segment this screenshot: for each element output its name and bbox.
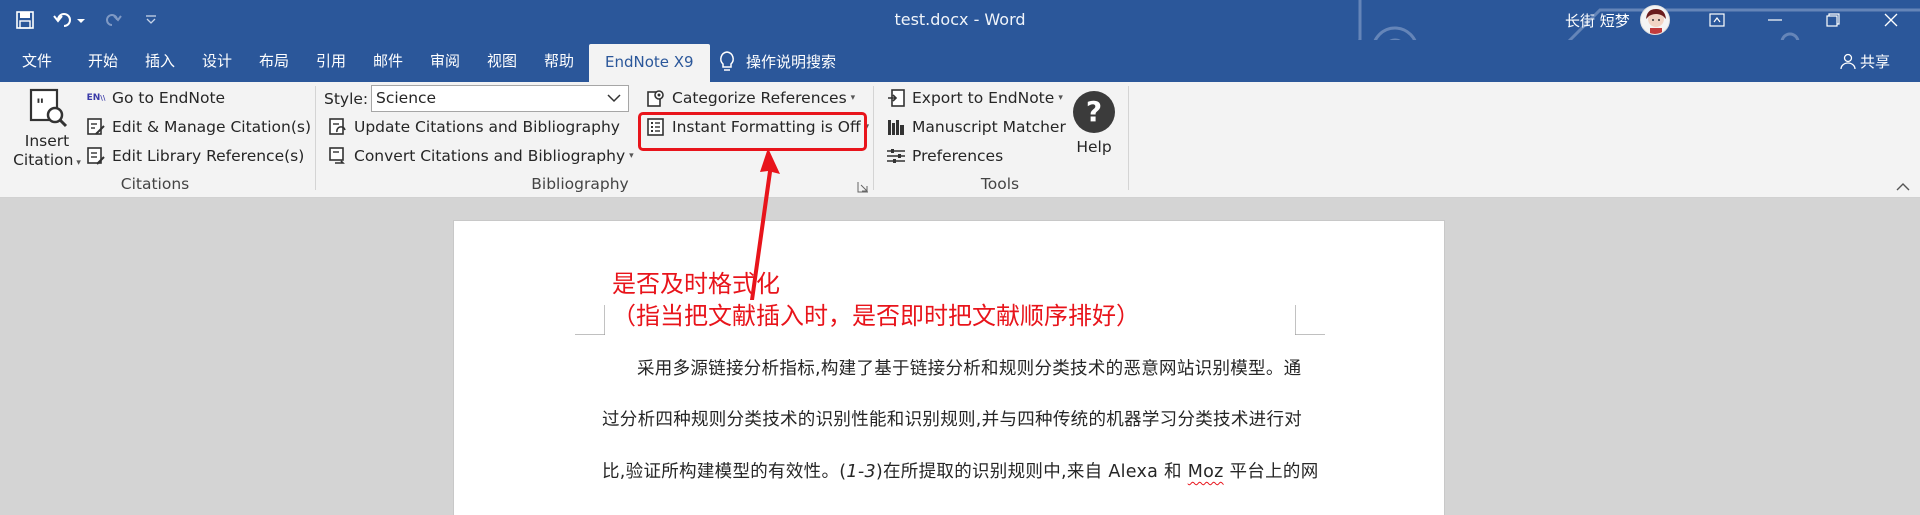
export-icon [886,88,906,108]
convert-bibliography-icon [328,146,348,166]
tab-view[interactable]: 视图 [487,40,517,82]
chevron-down-icon: ▾ [850,93,856,103]
ribbon-display-options-icon[interactable] [1688,0,1746,40]
svg-text:": " [36,95,44,114]
categorize-icon [646,88,666,108]
spelling-flagged-word[interactable]: Moz [1188,462,1224,482]
go-to-endnote-button[interactable]: EN \\ Go to EndNote [86,85,225,111]
document-paragraph-line: 比,验证所构建模型的有效性。(1-3)在所提取的识别规则中,来自 Alexa 和… [602,458,1318,483]
document-text: 比,验证所构建模型的有效性。( [602,462,847,482]
help-label: Help [1076,138,1112,156]
tab-review[interactable]: 审阅 [430,40,460,82]
citations-group-label: Citations [120,175,190,193]
preferences-label: Preferences [912,147,1004,165]
window-controls [1688,0,1920,40]
manuscript-matcher-label: Manuscript Matcher [912,118,1066,136]
help-button[interactable]: ? Help [1068,88,1120,168]
dialog-launcher-icon[interactable] [857,181,869,193]
tab-endnote[interactable]: EndNote X9 [589,44,710,82]
chevron-down-icon: ▾ [629,151,634,161]
update-citations-label: Update Citations and Bibliography [354,118,620,136]
style-dropdown[interactable]: Science [371,85,629,112]
margin-corner-mark [1295,305,1325,335]
chevron-down-icon: ▾ [1058,93,1063,103]
export-to-endnote-button[interactable]: Export to EndNote ▾ [886,85,1063,111]
collapse-ribbon-icon[interactable] [1896,182,1910,192]
tab-home[interactable]: 开始 [88,40,118,82]
citation-reference[interactable]: 1-3 [846,462,875,482]
person-icon [1840,53,1856,69]
ribbon: " Insert Citation ▾ EN \\ Go to EndNote E… [0,82,1920,198]
sliders-icon [886,146,906,166]
lightbulb-icon [720,51,734,71]
edit-library-reference-button[interactable]: Edit Library Reference(s) [86,143,304,169]
document-paragraph-line: 采用多源链接分析指标,构建了基于链接分析和规则分类技术的恶意网站识别模型。通 [637,359,1302,379]
title-bar: test.docx - Word 长街 短梦 [0,0,1920,82]
bibliography-group-label: Bibliography [531,175,629,193]
insert-citation-label-1: Insert [24,132,70,150]
save-icon[interactable] [14,9,36,31]
annotation-line-2: （指当把文献插入时，是否即时把文献顺序排好） [612,302,1140,330]
group-separator [315,86,316,190]
margin-corner-mark [575,305,605,335]
tab-layout[interactable]: 布局 [259,40,289,82]
update-citations-button[interactable]: Update Citations and Bibliography [328,114,620,140]
share-button[interactable]: 共享 [1840,40,1890,82]
tab-insert[interactable]: 插入 [145,40,175,82]
help-question-icon: ? [1073,91,1115,133]
go-to-endnote-label: Go to EndNote [112,89,226,107]
convert-citations-button[interactable]: Convert Citations and Bibliography ▾ [328,143,634,169]
chevron-down-icon: ▾ [76,158,81,168]
edit-library-reference-label: Edit Library Reference(s) [112,147,305,165]
annotation-line-1: 是否及时格式化 [612,270,780,298]
update-bibliography-icon [328,117,348,137]
tab-design[interactable]: 设计 [202,40,232,82]
avatar[interactable] [1639,5,1670,35]
convert-citations-label: Convert Citations and Bibliography [354,147,626,165]
undo-icon[interactable] [52,9,86,31]
document-paragraph-line: 过分析四种规则分类技术的识别性能和识别规则,并与四种传统的机器学习分类技术进行对 [602,410,1303,430]
edit-citation-icon [86,117,106,137]
tools-group-label: Tools [980,175,1020,193]
customize-qat-icon[interactable] [140,9,162,31]
restore-icon[interactable] [1804,0,1862,40]
tell-me-label: 操作说明搜索 [746,52,837,71]
tab-mailings[interactable]: 邮件 [373,40,403,82]
group-separator [1128,86,1129,190]
tell-me-search[interactable]: 操作说明搜索 [718,40,836,82]
manuscript-matcher-icon [886,117,906,137]
endnote-logo-icon: EN \\ [86,93,106,103]
ribbon-tab-bar: 文件 开始 插入 设计 布局 引用 邮件 审阅 视图 帮助 EndNote X9… [0,40,1920,82]
insert-citation-button[interactable]: " Insert Citation ▾ [12,88,82,174]
document-text: 平台上的网 [1223,462,1319,482]
manuscript-matcher-button[interactable]: Manuscript Matcher [886,114,1066,140]
chevron-down-icon [606,89,622,115]
group-separator [873,86,874,190]
user-account[interactable]: 长街 短梦 [1565,0,1670,40]
style-value: Science [376,89,437,107]
style-label: Style: [324,90,369,108]
edit-manage-citations-button[interactable]: Edit & Manage Citation(s) [86,114,311,140]
user-name: 长街 短梦 [1565,11,1630,30]
quick-access-toolbar [14,0,162,40]
categorize-references-label: Categorize References [672,89,847,107]
insert-citation-label-2: Citation [13,151,74,169]
tab-references[interactable]: 引用 [316,40,346,82]
preferences-button[interactable]: Preferences [886,143,1003,169]
export-to-endnote-label: Export to EndNote [912,89,1055,107]
highlight-box [638,112,867,151]
categorize-references-button[interactable]: Categorize References ▾ [646,85,855,111]
tab-file[interactable]: 文件 [22,40,52,82]
edit-reference-icon [86,146,106,166]
share-label: 共享 [1860,52,1891,71]
edit-manage-citations-label: Edit & Manage Citation(s) [112,118,312,136]
minimize-icon[interactable] [1746,0,1804,40]
redo-icon[interactable] [102,9,124,31]
insert-citation-icon: " [29,88,68,128]
document-text: )在所提取的识别规则中,来自 Alexa 和 [875,462,1188,482]
tab-help[interactable]: 帮助 [544,40,574,82]
close-icon[interactable] [1862,0,1920,40]
